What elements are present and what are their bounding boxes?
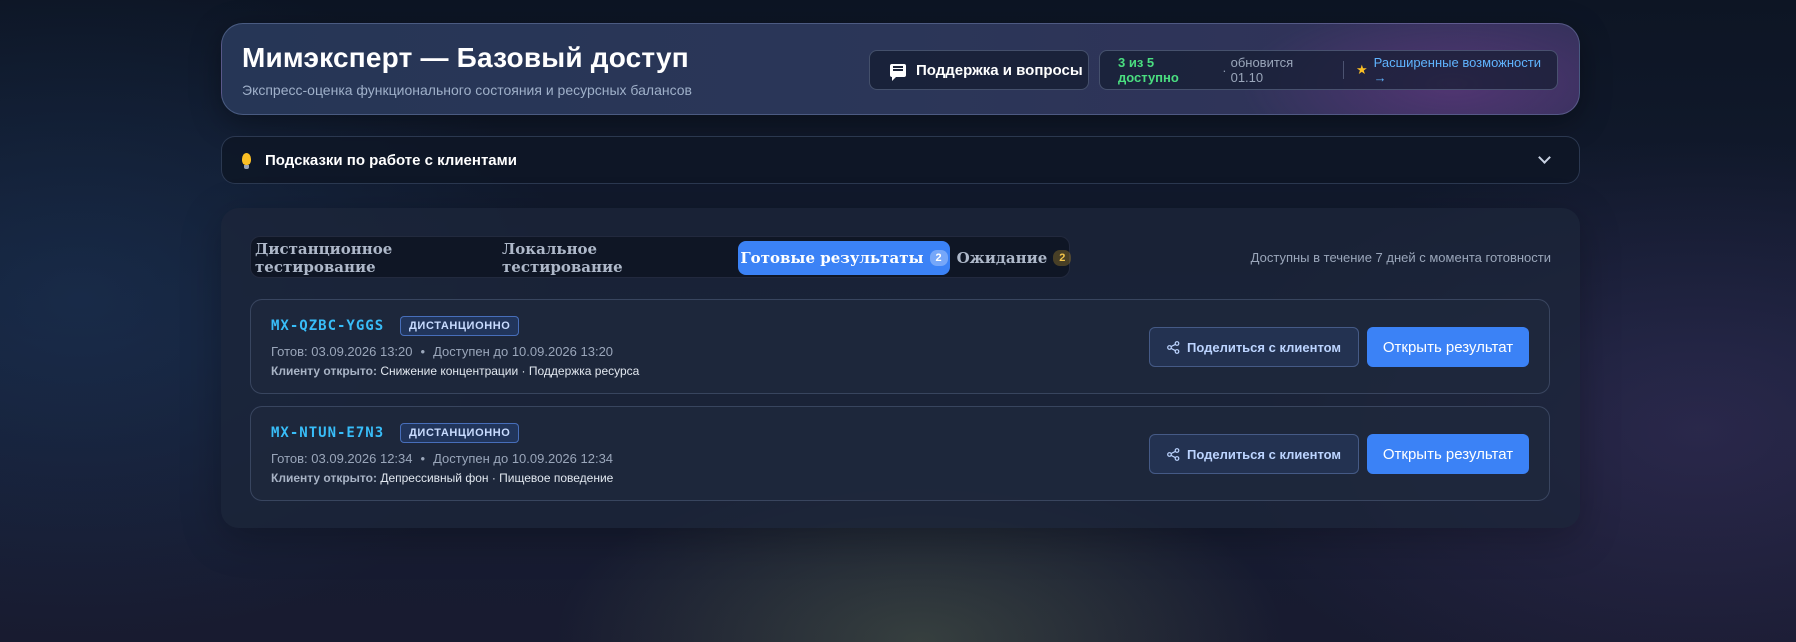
tab-waiting[interactable]: Ожидание 2 bbox=[956, 241, 1072, 275]
page-title: Мимэксперт — Базовый доступ bbox=[242, 42, 689, 73]
header-card: Мимэксперт — Базовый доступ Экспресс-оце… bbox=[221, 23, 1580, 115]
share-with-client-button[interactable]: Поделиться с клиентом bbox=[1149, 434, 1359, 474]
client-visible-items: Снижение концентрации · Поддержка ресурс… bbox=[380, 364, 640, 378]
result-type-badge: ДИСТАНЦИОННО bbox=[400, 423, 520, 443]
tab-ready-results[interactable]: Готовые результаты 2 bbox=[738, 241, 950, 275]
result-card: MX-QZBC-YGGS ДИСТАНЦИОННО Готов: 03.09.2… bbox=[250, 299, 1550, 394]
bullet-separator: • bbox=[420, 451, 426, 466]
tab-count-badge: 2 bbox=[929, 250, 948, 266]
share-with-client-button[interactable]: Поделиться с клиентом bbox=[1149, 327, 1359, 367]
quota-update-date: обновится 01.10 bbox=[1230, 55, 1294, 85]
tab-label: Готовые результаты bbox=[740, 249, 924, 267]
result-id: MX-NTUN-E7N3 bbox=[271, 425, 385, 441]
divider bbox=[1343, 61, 1345, 79]
share-button-label: Поделиться с клиентом bbox=[1186, 339, 1342, 355]
result-card: MX-NTUN-E7N3 ДИСТАНЦИОННО Готов: 03.09.2… bbox=[250, 406, 1550, 501]
share-button-label: Поделиться с клиентом bbox=[1186, 446, 1342, 462]
bullet-separator: • bbox=[420, 344, 426, 359]
result-type-badge: ДИСТАНЦИОННО bbox=[400, 316, 520, 336]
client-visible-items: Депрессивный фон · Пищевое поведение bbox=[380, 471, 614, 485]
result-id: MX-QZBC-YGGS bbox=[271, 318, 385, 334]
quota-separator: · bbox=[1222, 62, 1227, 78]
result-dates: Готов: 03.09.2026 13:20 • Доступен до 10.0… bbox=[271, 344, 613, 359]
client-visible: Клиенту открыто: Снижение концентрации ·… bbox=[271, 364, 639, 378]
tab-bar: Дистанционное тестирование Локальное тес… bbox=[250, 236, 1072, 278]
quota-panel: 3 из 5 доступно · обновится 01.10 ★ Расш… bbox=[1099, 50, 1558, 90]
client-visible: Клиенту открыто: Депрессивный фон · Пище… bbox=[271, 471, 613, 485]
tab-local-testing[interactable]: Локальное тестирование bbox=[502, 240, 709, 276]
tips-accordion[interactable]: Подсказки по работе с клиентами bbox=[221, 136, 1580, 184]
share-icon bbox=[1167, 447, 1180, 461]
upgrade-link[interactable]: Расширенные возможности → bbox=[1374, 55, 1557, 85]
ready-date: Готов: 03.09.2026 13:20 bbox=[271, 344, 413, 359]
client-visible-label: Клиенту открыто: bbox=[271, 471, 377, 485]
tab-count-badge: 2 bbox=[1053, 250, 1072, 266]
ready-date: Готов: 03.09.2026 12:34 bbox=[271, 451, 413, 466]
tab-label: Дистанционное тестирование bbox=[255, 240, 393, 276]
available-until: Доступен до 10.09.2026 13:20 bbox=[433, 344, 614, 359]
tab-remote-testing[interactable]: Дистанционное тестирование bbox=[255, 240, 496, 276]
available-until: Доступен до 10.09.2026 12:34 bbox=[433, 451, 614, 466]
support-button[interactable]: Поддержка и вопросы bbox=[869, 50, 1089, 90]
availability-note: Доступны в течение 7 дней с момента гото… bbox=[1250, 250, 1551, 265]
star-icon: ★ bbox=[1356, 62, 1368, 77]
page-subtitle: Экспресс-оценка функционального состояни… bbox=[242, 82, 692, 98]
results-panel: Дистанционное тестирование Локальное тес… bbox=[221, 208, 1580, 528]
share-icon bbox=[1167, 340, 1180, 354]
open-result-button[interactable]: Открыть результат bbox=[1367, 327, 1529, 367]
tab-label: Локальное тестирование bbox=[502, 240, 623, 276]
chevron-down-icon[interactable] bbox=[1538, 151, 1551, 164]
tab-label: Ожидание bbox=[956, 249, 1048, 267]
result-dates: Готов: 03.09.2026 12:34 • Доступен до 10.0… bbox=[271, 451, 613, 466]
quota-count: 3 из 5 доступно bbox=[1118, 55, 1179, 85]
lightbulb-icon bbox=[242, 153, 251, 169]
chat-icon bbox=[890, 63, 906, 81]
open-result-button[interactable]: Открыть результат bbox=[1367, 434, 1529, 474]
client-visible-label: Клиенту открыто: bbox=[271, 364, 377, 378]
tips-label: Подсказки по работе с клиентами bbox=[265, 151, 517, 169]
support-button-label: Поддержка и вопросы bbox=[916, 61, 1083, 79]
